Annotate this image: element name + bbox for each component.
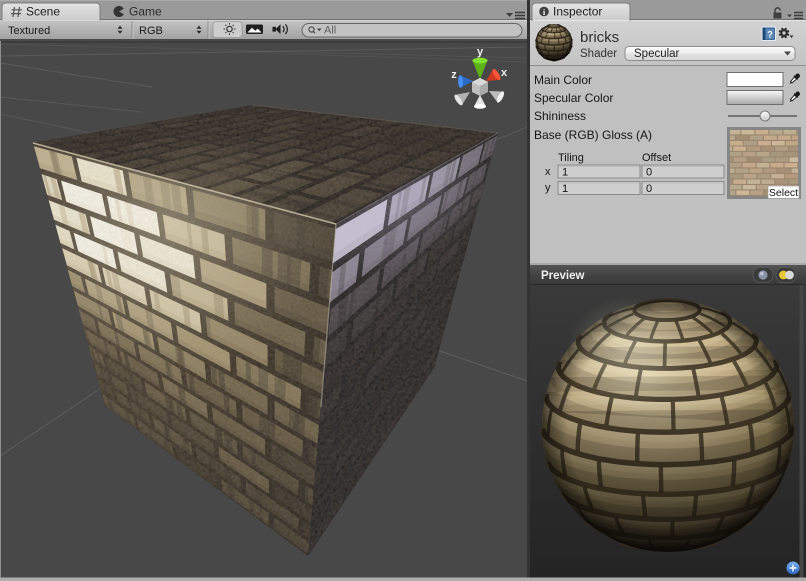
svg-text:Shader: Shader [580,48,617,60]
svg-text:Inspector: Inspector [553,5,602,19]
svg-text:Base (RGB) Gloss (A): Base (RGB) Gloss (A) [534,128,652,142]
svg-text:Textured: Textured [8,25,50,37]
svg-text:Scene: Scene [26,5,60,19]
svg-text:All: All [324,25,336,37]
svg-text:Tiling: Tiling [558,152,584,164]
svg-text:z: z [451,69,457,81]
svg-text:Shininess: Shininess [534,109,586,123]
svg-text:Preview: Preview [541,270,585,282]
svg-text:x: x [501,67,508,79]
svg-text:Specular: Specular [634,48,680,60]
svg-text:y: y [545,182,551,194]
svg-text:Select: Select [769,187,798,199]
svg-text:1: 1 [562,183,568,195]
svg-text:Main Color: Main Color [534,73,592,87]
svg-text:Game: Game [129,5,162,19]
svg-text:RGB: RGB [139,25,163,37]
svg-text:0: 0 [646,167,652,179]
svg-text:0: 0 [646,183,652,195]
svg-text:x: x [545,166,551,178]
svg-text:bricks: bricks [580,29,619,46]
svg-text:y: y [477,46,484,58]
svg-text:Specular Color: Specular Color [534,91,613,105]
svg-text:?: ? [767,30,773,40]
svg-text:1: 1 [562,167,568,179]
svg-text:Offset: Offset [642,152,671,164]
